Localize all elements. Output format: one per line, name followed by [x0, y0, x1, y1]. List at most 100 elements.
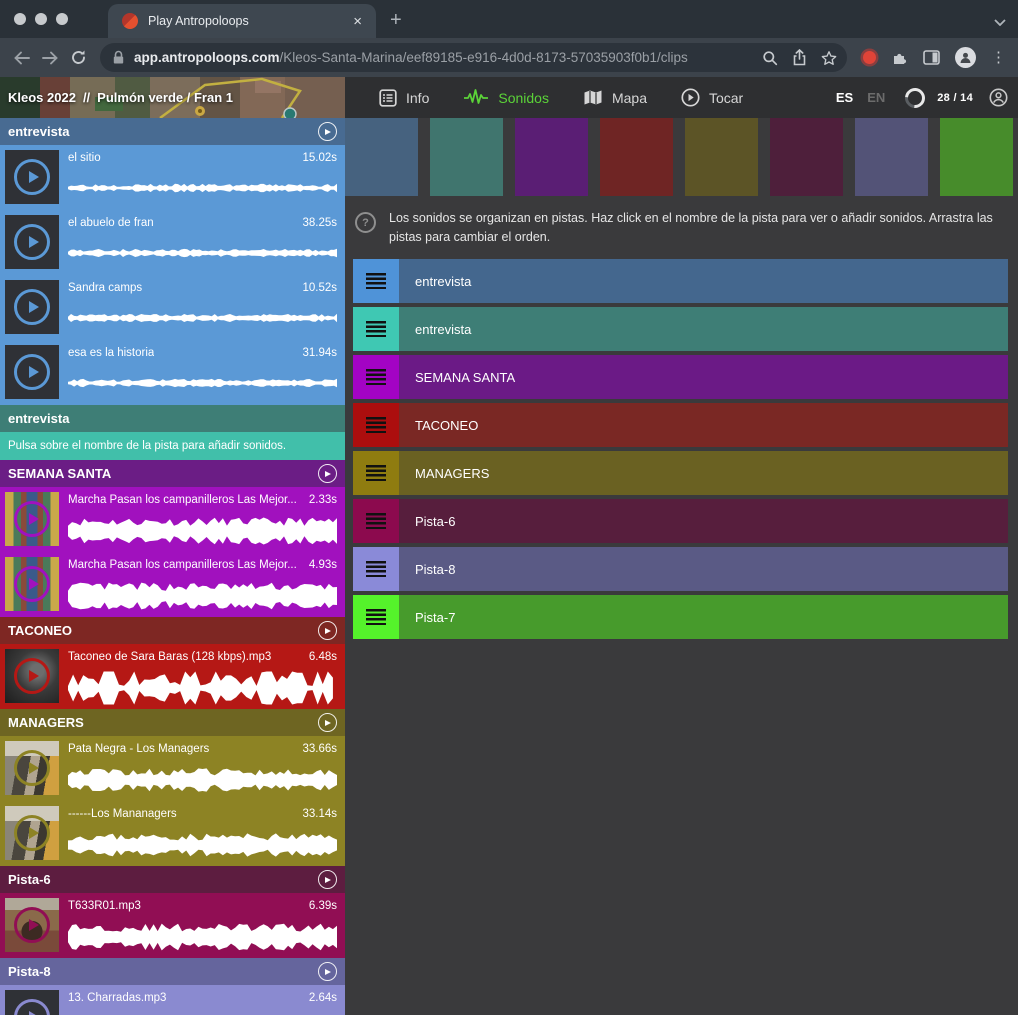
clip[interactable]: Sandra camps10.52s: [0, 275, 345, 340]
track-header[interactable]: entrevista: [0, 118, 345, 145]
bookmark-star-icon[interactable]: [821, 50, 837, 66]
drag-handle[interactable]: [353, 307, 399, 351]
clip[interactable]: 13. Charradas.mp32.64s: [0, 985, 345, 1015]
tab-search-chevron-icon[interactable]: [994, 19, 1006, 26]
track-row[interactable]: Pista-7: [353, 595, 1008, 639]
reload-icon[interactable]: [64, 44, 92, 72]
track-play-icon[interactable]: [318, 962, 337, 981]
tab-mapa[interactable]: Mapa: [583, 89, 647, 106]
window-close-button[interactable]: [14, 13, 26, 25]
clip[interactable]: ------Los Mananagers33.14s: [0, 801, 345, 866]
clip[interactable]: el abuelo de fran38.25s: [0, 210, 345, 275]
drag-handle[interactable]: [353, 403, 399, 447]
track-header[interactable]: TACONEO: [0, 617, 345, 644]
lang-es-button[interactable]: ES: [836, 90, 853, 105]
track-row[interactable]: TACONEO: [353, 403, 1008, 447]
account-icon[interactable]: [989, 88, 1008, 107]
lock-icon[interactable]: [112, 50, 125, 65]
clip-play-icon[interactable]: [14, 289, 50, 325]
clip-thumbnail[interactable]: [5, 741, 59, 795]
clip[interactable]: Pata Negra - Los Managers33.66s: [0, 736, 345, 801]
tab-sonidos[interactable]: Sonidos: [463, 89, 549, 107]
drag-handle[interactable]: [353, 547, 399, 591]
track-header[interactable]: SEMANA SANTA: [0, 460, 345, 487]
drag-handle[interactable]: [353, 259, 399, 303]
clip-play-icon[interactable]: [14, 815, 50, 851]
tab-info[interactable]: Info: [379, 89, 429, 107]
forward-icon[interactable]: [36, 44, 64, 72]
track-row[interactable]: MANAGERS: [353, 451, 1008, 495]
track-play-icon[interactable]: [318, 122, 337, 141]
clip-play-icon[interactable]: [14, 750, 50, 786]
clip-play-icon[interactable]: [14, 658, 50, 694]
window-zoom-button[interactable]: [56, 13, 68, 25]
drag-handle[interactable]: [353, 499, 399, 543]
track-row-label[interactable]: Pista-8: [399, 547, 1008, 591]
new-tab-button[interactable]: +: [390, 10, 402, 30]
track-play-icon[interactable]: [318, 870, 337, 889]
track-row[interactable]: Pista-8: [353, 547, 1008, 591]
track-row[interactable]: SEMANA SANTA: [353, 355, 1008, 399]
track-play-icon[interactable]: [318, 713, 337, 732]
drag-handle-icon: [366, 609, 386, 625]
extensions-puzzle-icon[interactable]: [891, 49, 908, 66]
track-play-icon[interactable]: [318, 464, 337, 483]
clip-thumbnail[interactable]: [5, 557, 59, 611]
clip-play-icon[interactable]: [14, 354, 50, 390]
clip[interactable]: T633R01.mp36.39s: [0, 893, 345, 958]
track-header[interactable]: Pista-6: [0, 866, 345, 893]
url-text[interactable]: app.antropoloops.com/Kleos-Santa-Marina/…: [134, 50, 748, 65]
clip[interactable]: esa es la historia31.94s: [0, 340, 345, 405]
clip-thumbnail[interactable]: [5, 215, 59, 269]
zoom-icon[interactable]: [762, 50, 778, 66]
tab-tocar[interactable]: Tocar: [681, 88, 743, 107]
clip-play-icon[interactable]: [14, 501, 50, 537]
clip[interactable]: Marcha Pasan los campanilleros Las Mejor…: [0, 552, 345, 617]
browser-menu-kebab-icon[interactable]: ⋮: [991, 50, 1006, 65]
clip-thumbnail[interactable]: [5, 150, 59, 204]
clip-thumbnail[interactable]: [5, 898, 59, 952]
profile-avatar[interactable]: [955, 47, 976, 68]
track-row-label[interactable]: Pista-6: [399, 499, 1008, 543]
clip-thumbnail[interactable]: [5, 492, 59, 546]
clip-play-icon[interactable]: [14, 159, 50, 195]
track-play-icon[interactable]: [318, 621, 337, 640]
track-row-label[interactable]: SEMANA SANTA: [399, 355, 1008, 399]
track-row-label[interactable]: entrevista: [399, 259, 1008, 303]
lang-en-button[interactable]: EN: [867, 90, 885, 105]
track-header[interactable]: MANAGERS: [0, 709, 345, 736]
track-row-label[interactable]: Pista-7: [399, 595, 1008, 639]
share-icon[interactable]: [792, 49, 807, 66]
track-row[interactable]: entrevista: [353, 259, 1008, 303]
track-row[interactable]: entrevista: [353, 307, 1008, 351]
clip-thumbnail[interactable]: [5, 345, 59, 399]
browser-tab[interactable]: Play Antropoloops ×: [108, 4, 376, 38]
drag-handle[interactable]: [353, 451, 399, 495]
tab-close-icon[interactable]: ×: [349, 12, 366, 31]
side-panel-icon[interactable]: [923, 50, 940, 65]
track-header[interactable]: entrevista: [0, 405, 345, 432]
back-icon[interactable]: [8, 44, 36, 72]
record-extension-icon[interactable]: [863, 51, 876, 64]
address-bar[interactable]: app.antropoloops.com/Kleos-Santa-Marina/…: [100, 43, 847, 72]
clip-thumbnail[interactable]: [5, 990, 59, 1015]
clip-play-icon[interactable]: [14, 566, 50, 602]
clip-play-icon[interactable]: [14, 224, 50, 260]
drag-handle[interactable]: [353, 595, 399, 639]
clip-thumbnail[interactable]: [5, 280, 59, 334]
drag-handle[interactable]: [353, 355, 399, 399]
project-locator[interactable]: Kleos 2022//Pulmón verde / Fran 1: [0, 77, 345, 118]
track-row-label[interactable]: entrevista: [399, 307, 1008, 351]
clip[interactable]: el sitio15.02s: [0, 145, 345, 210]
clip-play-icon[interactable]: [14, 999, 50, 1015]
track-row-label[interactable]: MANAGERS: [399, 451, 1008, 495]
track-header[interactable]: Pista-8: [0, 958, 345, 985]
track-row[interactable]: Pista-6: [353, 499, 1008, 543]
clip-thumbnail[interactable]: [5, 649, 59, 703]
window-minimize-button[interactable]: [35, 13, 47, 25]
clip-play-icon[interactable]: [14, 907, 50, 943]
track-row-label[interactable]: TACONEO: [399, 403, 1008, 447]
clip-thumbnail[interactable]: [5, 806, 59, 860]
clip[interactable]: Marcha Pasan los campanilleros Las Mejor…: [0, 487, 345, 552]
clip[interactable]: Taconeo de Sara Baras (128 kbps).mp36.48…: [0, 644, 345, 709]
